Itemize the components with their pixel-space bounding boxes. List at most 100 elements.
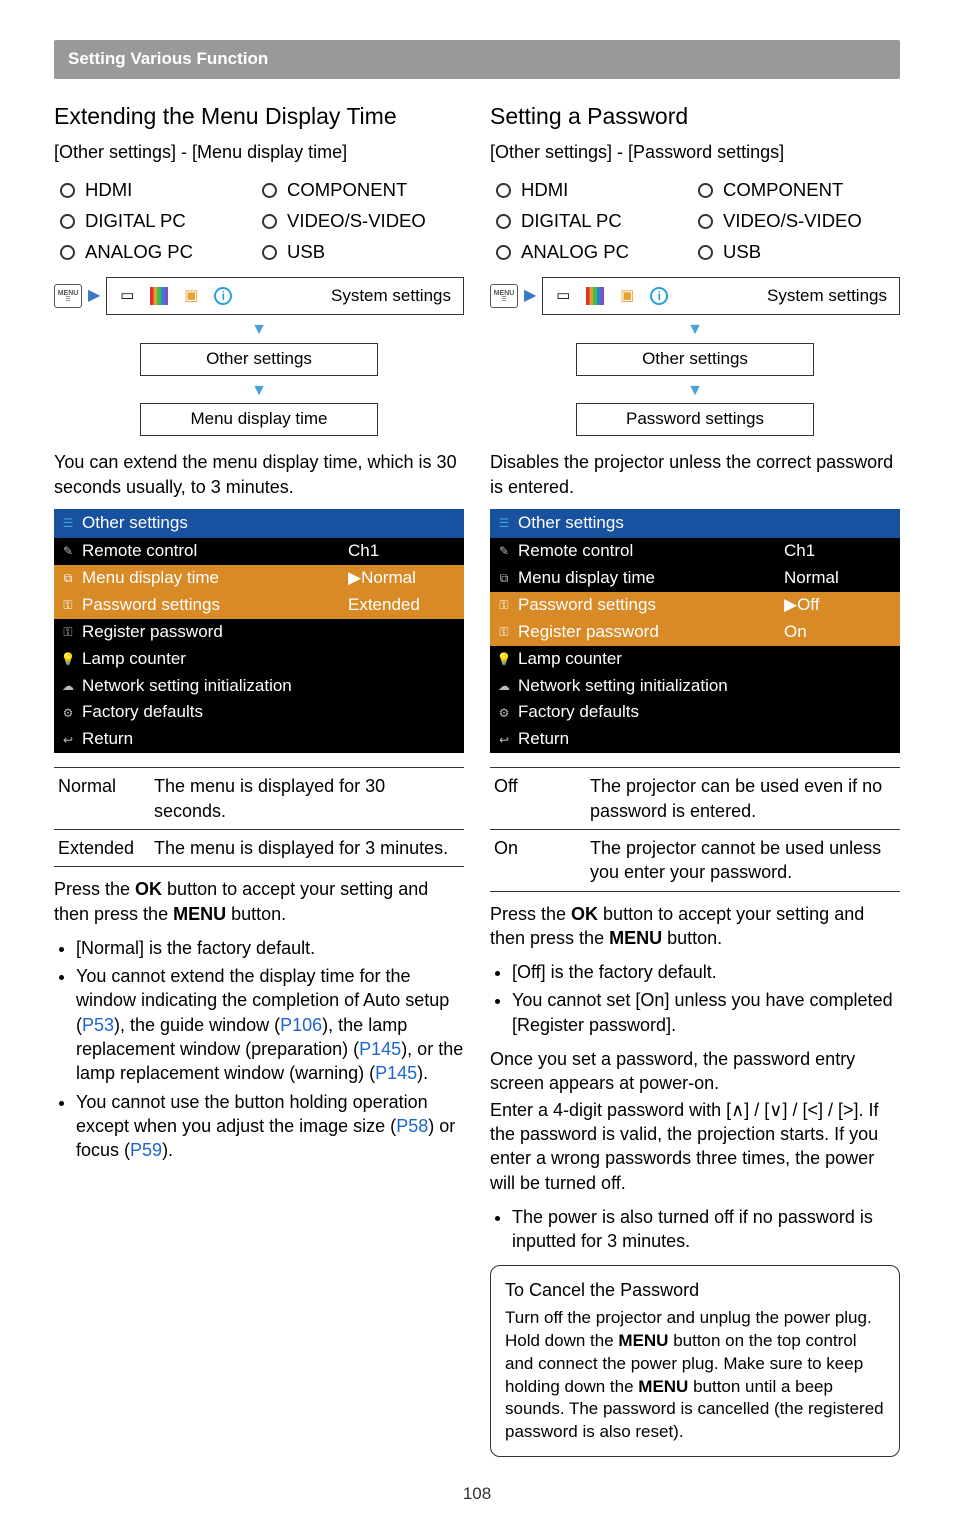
left-press-ok: Press the OK button to accept your setti… (54, 877, 464, 926)
osd-row: ✎Remote controlCh1 (54, 538, 464, 565)
row-icon: 💡 (60, 651, 76, 667)
osd-row: ⧉Menu display timeNormal (490, 565, 900, 592)
bullet: You cannot extend the display time for t… (76, 964, 464, 1085)
bullet: [Normal] is the factory default. (76, 936, 464, 960)
menu-bars-icon: ☰ (60, 515, 76, 531)
menu-bars-icon: ☰ (496, 515, 512, 531)
row-label: Register password (518, 621, 659, 644)
osd-row: ⧉Menu display time▶Normal (54, 565, 464, 592)
callout-body: Turn off the projector and unplug the po… (505, 1307, 885, 1445)
radio-hdmi: HDMI (60, 178, 262, 203)
right-options-table: OffThe projector can be used even if no … (490, 767, 900, 891)
radio-component: COMPONENT (262, 178, 464, 203)
picture-icon: ▭ (549, 283, 577, 309)
right-bullets: [Off] is the factory default. You cannot… (490, 960, 900, 1037)
bullet: [Off] is the factory default. (512, 960, 900, 984)
osd-row: ✎Remote controlCh1 (490, 538, 900, 565)
right-press-ok: Press the OK button to accept your setti… (490, 902, 900, 951)
row-icon: ⚿ (60, 597, 76, 613)
right-intro: Disables the projector unless the correc… (490, 450, 900, 499)
row-value: On (784, 621, 894, 644)
link-p53[interactable]: P53 (82, 1015, 114, 1035)
radio-component: COMPONENT (698, 178, 900, 203)
right-title: Setting a Password (490, 101, 900, 132)
row-icon: ⧉ (60, 570, 76, 586)
osd-row: ↩Return (54, 726, 464, 753)
link-p106[interactable]: P106 (280, 1015, 322, 1035)
row-label: Lamp counter (82, 648, 186, 671)
bullet: You cannot use the button holding operat… (76, 1090, 464, 1163)
row-label: Remote control (518, 540, 633, 563)
row-icon: ⚙ (496, 705, 512, 721)
radio-usb: USB (262, 240, 464, 265)
row-value: ▶Off (784, 594, 894, 617)
arrow-right-icon: ▶ (524, 285, 536, 307)
info-icon: i (645, 283, 673, 309)
page-header: Setting Various Function (54, 40, 900, 79)
row-icon: ✎ (496, 543, 512, 559)
row-icon: ⧉ (496, 570, 512, 586)
radio-video-svideo: VIDEO/S-VIDEO (262, 209, 464, 234)
radio-hdmi: HDMI (496, 178, 698, 203)
info-icon: i (209, 283, 237, 309)
left-intro: You can extend the menu display time, wh… (54, 450, 464, 499)
nav-other-settings-box: Other settings (140, 343, 378, 376)
osd-row: ☁ Network setting initialization (54, 673, 464, 700)
radio-video-svideo: VIDEO/S-VIDEO (698, 209, 900, 234)
osd-row: ⚙Factory defaults (490, 699, 900, 726)
projector-icon: ▣ (613, 283, 641, 309)
row-label: Lamp counter (518, 648, 622, 671)
row-value: Ch1 (348, 540, 458, 563)
row-label: Password settings (82, 594, 220, 617)
radio-usb: USB (698, 240, 900, 265)
row-icon: ✎ (60, 543, 76, 559)
arrow-down-icon: ▼ (251, 321, 267, 338)
arrow-right-icon: ▶ (88, 285, 100, 307)
right-para1: Once you set a password, the password en… (490, 1047, 900, 1096)
row-icon: ☁ (496, 678, 512, 694)
row-label: Return (518, 728, 569, 751)
color-bars-icon (145, 283, 173, 309)
row-icon: 💡 (496, 651, 512, 667)
bullet: The power is also turned off if no passw… (512, 1205, 900, 1254)
osd-row: ⚿ Password settings ▶Off (490, 592, 900, 619)
option-row-normal: NormalThe menu is displayed for 30 secon… (54, 768, 464, 830)
arrow-down-icon: ▼ (687, 382, 703, 399)
osd-row: 💡 Lamp counter (490, 646, 900, 673)
link-p59[interactable]: P59 (130, 1140, 162, 1160)
row-label: Menu display time (518, 567, 655, 590)
page-number: 108 (54, 1483, 900, 1506)
left-bullets: [Normal] is the factory default. You can… (54, 936, 464, 1163)
link-p145[interactable]: P145 (359, 1039, 401, 1059)
left-breadcrumb: [Other settings] - [Menu display time] (54, 140, 464, 164)
row-icon: ⚙ (60, 705, 76, 721)
nav-system-settings-box: ▭ ▣ i System settings (542, 277, 900, 315)
link-p145[interactable]: P145 (375, 1063, 417, 1083)
radio-digital-pc: DIGITAL PC (496, 209, 698, 234)
row-icon: ☁ (60, 678, 76, 694)
option-row-off: OffThe projector can be used even if no … (490, 768, 900, 830)
right-nav-diagram: MENU☰ ▶ ▭ ▣ i System settings ▼ Other se… (490, 277, 900, 436)
radio-analog-pc: ANALOG PC (496, 240, 698, 265)
osd-row: ↩Return (490, 726, 900, 753)
signal-options-right: HDMI COMPONENT DIGITAL PC VIDEO/S-VIDEO … (490, 178, 900, 265)
left-title: Extending the Menu Display Time (54, 101, 464, 132)
right-osd-screenshot: ☰Other settings ✎Remote controlCh1⧉Menu … (490, 509, 900, 753)
osd-row: ⚿Register passwordOn (490, 619, 900, 646)
row-label: Factory defaults (82, 701, 203, 724)
row-label: Register password (82, 621, 223, 644)
color-bars-icon (581, 283, 609, 309)
option-row-on: OnThe projector cannot be used unless yo… (490, 829, 900, 891)
left-nav-diagram: MENU☰ ▶ ▭ ▣ i System settings ▼ Other se… (54, 277, 464, 436)
row-label: Network setting initialization (82, 675, 292, 698)
nav-password-settings-box: Password settings (576, 403, 814, 436)
link-p58[interactable]: P58 (396, 1116, 428, 1136)
callout-title: To Cancel the Password (505, 1278, 885, 1302)
arrow-down-icon: ▼ (687, 321, 703, 338)
projector-icon: ▣ (177, 283, 205, 309)
menu-button-icon: MENU☰ (490, 284, 518, 308)
arrow-down-icon: ▼ (251, 382, 267, 399)
row-icon: ⚿ (496, 597, 512, 613)
right-bullets-2: The power is also turned off if no passw… (490, 1205, 900, 1254)
row-label: Password settings (518, 594, 656, 617)
